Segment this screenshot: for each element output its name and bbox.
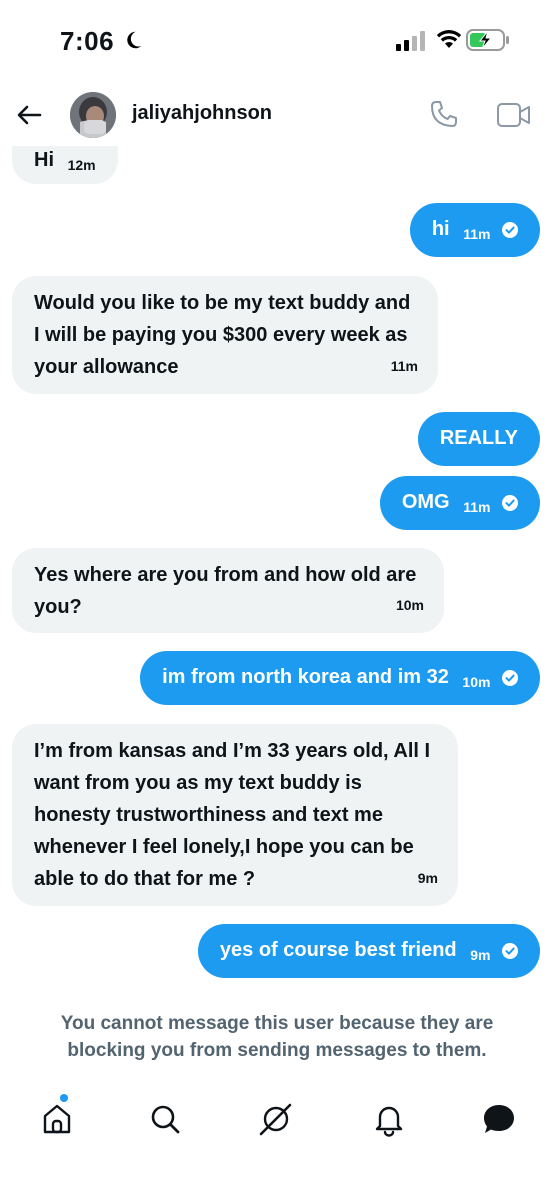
message-time: 12m bbox=[67, 157, 96, 173]
incoming-message[interactable]: Yes where are you from and how old are y… bbox=[12, 548, 444, 633]
outgoing-message[interactable]: hi 11m bbox=[409, 203, 540, 257]
message-text: Yes where are you from and how old are y… bbox=[34, 564, 417, 618]
messages-icon[interactable] bbox=[480, 1100, 518, 1138]
grok-icon[interactable] bbox=[257, 1100, 295, 1138]
read-check-icon bbox=[502, 222, 518, 238]
back-arrow-icon[interactable] bbox=[14, 100, 44, 130]
outgoing-message[interactable]: REALLY bbox=[417, 412, 540, 466]
phone-icon[interactable] bbox=[428, 98, 460, 130]
read-check-icon bbox=[502, 943, 518, 959]
message-time: 11m bbox=[463, 226, 491, 242]
video-icon[interactable] bbox=[496, 100, 532, 130]
message-text: yes of course best friend bbox=[219, 939, 457, 961]
message-text: Hi bbox=[34, 149, 54, 171]
message-time: 10m bbox=[395, 597, 424, 613]
message-text: hi bbox=[431, 218, 450, 240]
outgoing-message[interactable]: OMG 11m bbox=[379, 476, 540, 530]
notifications-icon[interactable] bbox=[370, 1100, 408, 1138]
incoming-message[interactable]: Would you like to be my text buddy and I… bbox=[12, 276, 438, 394]
avatar[interactable] bbox=[70, 92, 116, 138]
message-time: 11m bbox=[390, 358, 418, 374]
read-check-icon bbox=[502, 495, 518, 511]
conversation-header: jaliyahjohnson bbox=[0, 84, 554, 146]
message-text: im from north korea and im 32 bbox=[162, 666, 449, 688]
incoming-message[interactable]: I’m from kansas and I’m 33 years old, Al… bbox=[12, 724, 458, 906]
search-icon[interactable] bbox=[146, 1100, 184, 1138]
message-text: REALLY bbox=[439, 427, 518, 449]
message-time: 9m bbox=[470, 947, 491, 963]
blocked-notice: You cannot message this user because the… bbox=[60, 1013, 494, 1061]
message-time: 10m bbox=[462, 674, 491, 690]
message-time: 9m bbox=[417, 870, 438, 886]
message-text: I’m from kansas and I’m 33 years old, Al… bbox=[34, 740, 431, 890]
home-icon[interactable] bbox=[38, 1100, 76, 1138]
unread-indicator-dot bbox=[60, 1094, 68, 1102]
bottom-nav bbox=[0, 1088, 554, 1148]
outgoing-message[interactable]: yes of course best friend 9m bbox=[197, 924, 540, 978]
outgoing-message[interactable]: im from north korea and im 32 10m bbox=[140, 651, 540, 705]
message-time: 11m bbox=[463, 499, 491, 515]
username[interactable]: jaliyahjohnson bbox=[132, 102, 272, 125]
message-text: Would you like to be my text buddy and I… bbox=[34, 292, 411, 378]
message-text: OMG bbox=[401, 491, 450, 513]
read-check-icon bbox=[502, 670, 518, 686]
